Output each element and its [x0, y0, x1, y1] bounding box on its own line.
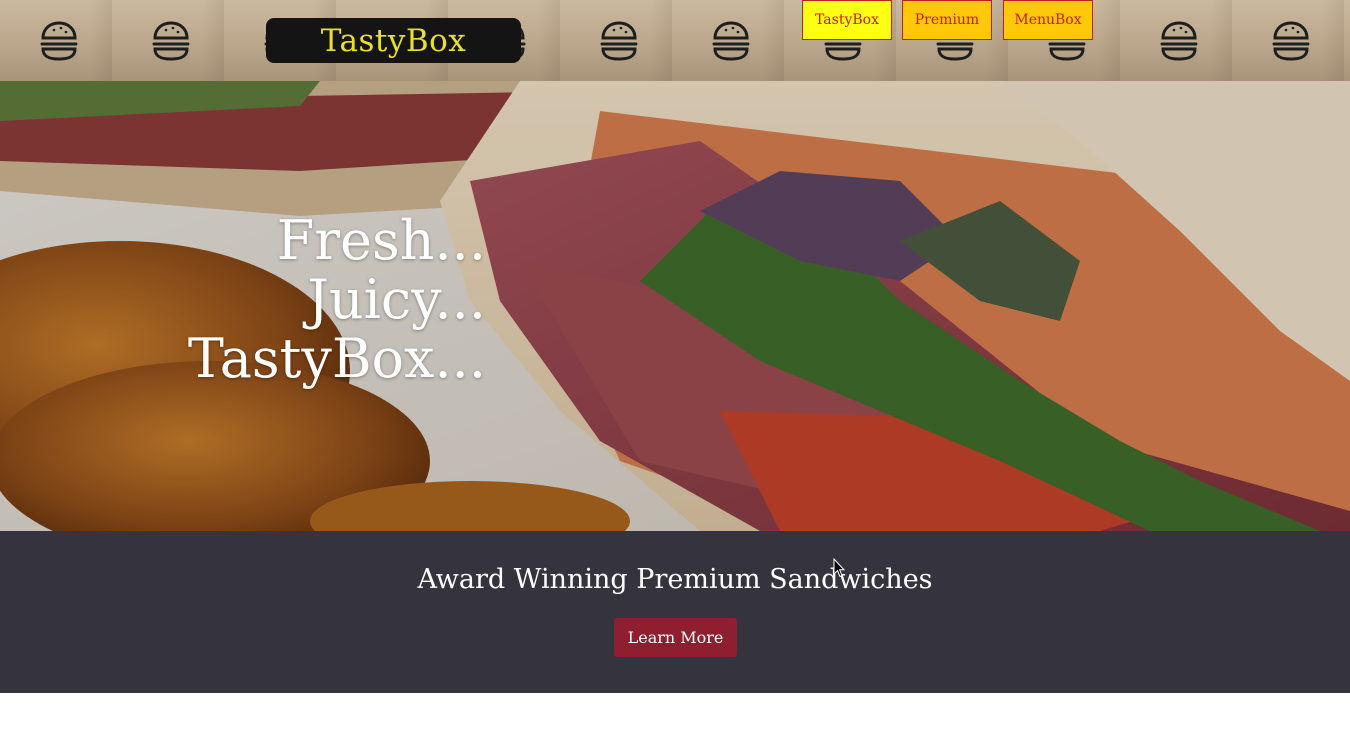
site-header: TastyBox TastyBox Premium MenuBox [0, 0, 1350, 81]
tagline-line: Juicy... [307, 268, 486, 331]
learn-more-button[interactable]: Learn More [614, 618, 737, 657]
site-logo[interactable]: TastyBox [266, 18, 521, 63]
hero-banner: Fresh... Juicy... TastyBox... [0, 81, 1350, 531]
burger-pattern [0, 0, 1350, 81]
nav-button-premium[interactable]: Premium [902, 0, 992, 40]
hero-tagline: Fresh... Juicy... TastyBox... [188, 211, 486, 388]
nav-button-menubox[interactable]: MenuBox [1003, 0, 1093, 40]
burger-icon [708, 18, 754, 64]
promo-band: Award Winning Premium Sandwiches Learn M… [0, 531, 1350, 693]
burger-icon [596, 18, 642, 64]
nav-button-tastybox[interactable]: TastyBox [802, 0, 892, 40]
promo-title: Award Winning Premium Sandwiches [417, 564, 933, 595]
burger-icon [36, 18, 82, 64]
tagline-line: TastyBox... [187, 327, 486, 390]
tagline-line: Fresh... [276, 209, 486, 272]
burger-icon [1156, 18, 1202, 64]
mouse-cursor-icon [833, 558, 845, 578]
burger-icon [148, 18, 194, 64]
logo-text: TastyBox [320, 22, 467, 59]
burger-icon [1268, 18, 1314, 64]
